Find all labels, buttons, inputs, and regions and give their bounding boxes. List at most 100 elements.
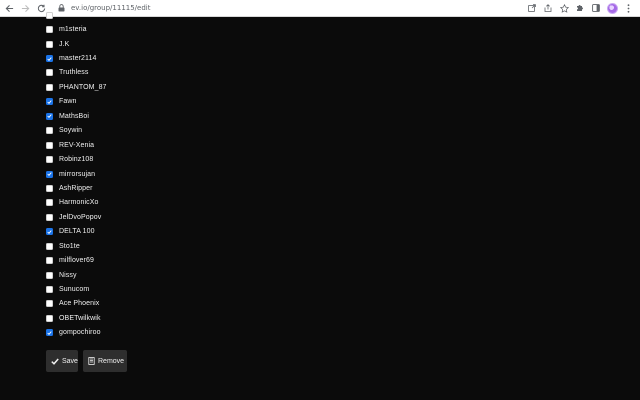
member-name: DELTA 100: [59, 228, 95, 236]
member-name: Robinz108: [59, 156, 94, 164]
external-link-icon: [528, 4, 536, 12]
bookmark-button[interactable]: [558, 2, 570, 14]
member-name: m1steria: [59, 26, 87, 34]
member-checkbox[interactable]: [46, 213, 53, 221]
member-name: Soywin: [59, 127, 83, 135]
extensions-button[interactable]: [574, 2, 586, 14]
member-row: [46, 8, 107, 22]
member-checkbox[interactable]: [46, 127, 53, 135]
member-name: AshRipper: [59, 184, 93, 192]
checkmark-icon: [47, 114, 52, 119]
member-row: HarmonicXo: [46, 196, 107, 210]
member-name: PHANTOM_87: [59, 83, 107, 91]
member-checkbox[interactable]: [46, 300, 53, 308]
back-arrow-icon: [5, 4, 13, 12]
checkmark-icon: [47, 100, 52, 104]
member-checkbox[interactable]: [46, 199, 53, 207]
forward-button[interactable]: [18, 1, 32, 15]
member-row: MathsBoi: [46, 109, 107, 123]
member-row: Sunucom: [46, 282, 107, 296]
member-checkbox[interactable]: [46, 286, 53, 294]
side-panel-button[interactable]: [590, 2, 602, 14]
nav-buttons: [2, 1, 48, 15]
save-label: Save: [62, 357, 78, 365]
menu-button[interactable]: [622, 2, 634, 14]
save-button[interactable]: Save: [46, 350, 78, 372]
checkmark-icon: [47, 172, 52, 177]
member-row: master2114: [46, 51, 107, 65]
member-checkbox[interactable]: [46, 26, 53, 34]
member-checkbox[interactable]: [46, 55, 53, 63]
member-name: MathsBoi: [59, 112, 89, 120]
member-checkbox[interactable]: [46, 314, 53, 322]
member-checkbox[interactable]: [46, 184, 53, 192]
member-name: mirrorsujan: [59, 170, 96, 178]
member-name: J.K: [59, 40, 70, 48]
member-name: milflover69: [59, 257, 94, 265]
member-checkbox[interactable]: [46, 69, 53, 77]
page-content: m1steria J.K master2114 Truthless PHANTOM_87…: [0, 11, 640, 400]
member-name: REV-Xenia: [59, 141, 95, 149]
checkmark-icon: [47, 56, 52, 61]
member-row: REV-Xenia: [46, 138, 107, 152]
profile-button[interactable]: [606, 2, 618, 14]
member-checkbox[interactable]: [46, 329, 53, 337]
member-row: AshRipper: [46, 181, 107, 195]
remove-button[interactable]: Remove: [83, 350, 127, 372]
member-row: Fawn: [46, 95, 107, 109]
member-checkbox[interactable]: [46, 257, 53, 265]
member-name: Sto1te: [59, 242, 80, 250]
check-icon: [51, 358, 59, 365]
member-row: OBETwilkwik: [46, 311, 107, 325]
address-bar[interactable]: ev.io/group/11115/edit: [58, 4, 526, 12]
member-checkbox[interactable]: [46, 156, 53, 164]
checkmark-icon: [47, 230, 52, 234]
checkmark-icon: [47, 331, 52, 335]
member-checkbox[interactable]: [46, 11, 53, 19]
member-row: Sto1te: [46, 239, 107, 253]
member-checkbox[interactable]: [46, 170, 53, 178]
member-checkbox[interactable]: [46, 271, 53, 279]
member-checkbox[interactable]: [46, 242, 53, 250]
member-name: Ace Phoenix: [59, 300, 100, 308]
member-checkbox[interactable]: [46, 112, 53, 120]
member-row: J.K: [46, 37, 107, 51]
forward-arrow-icon: [21, 4, 29, 12]
member-name: JelDvoPopov: [59, 213, 102, 221]
member-row: gompochiroo: [46, 326, 107, 340]
member-name: gompochiroo: [59, 329, 101, 337]
member-checkbox[interactable]: [46, 83, 53, 91]
member-row: Ace Phoenix: [46, 297, 107, 311]
member-row: milflover69: [46, 253, 107, 267]
member-row: Truthless: [46, 66, 107, 80]
trash-icon: [88, 357, 95, 365]
open-in-app-button[interactable]: [526, 2, 538, 14]
member-row: DELTA 100: [46, 225, 107, 239]
member-name: Fawn: [59, 98, 77, 106]
avatar: [606, 2, 618, 14]
member-checkbox[interactable]: [46, 40, 53, 48]
member-checkbox[interactable]: [46, 141, 53, 149]
browser-actions: [526, 2, 634, 14]
share-icon: [544, 4, 552, 12]
member-row: Robinz108: [46, 152, 107, 166]
member-row: mirrorsujan: [46, 167, 107, 181]
member-row: Soywin: [46, 124, 107, 138]
form-actions: Save Remove: [46, 350, 127, 372]
back-button[interactable]: [2, 1, 16, 15]
share-button[interactable]: [542, 2, 554, 14]
member-row: JelDvoPopov: [46, 210, 107, 224]
member-row: Nissy: [46, 268, 107, 282]
member-row: m1steria: [46, 22, 107, 36]
side-panel-icon: [592, 4, 600, 12]
puzzle-icon: [577, 5, 583, 11]
member-row: PHANTOM_87: [46, 80, 107, 94]
member-name: HarmonicXo: [59, 199, 99, 207]
member-name: OBETwilkwik: [59, 314, 101, 322]
star-icon: [559, 3, 569, 13]
reload-icon: [37, 4, 45, 12]
member-name: Nissy: [59, 271, 77, 279]
more-vert-icon: [627, 3, 629, 13]
member-checkbox[interactable]: [46, 228, 53, 236]
member-checkbox[interactable]: [46, 98, 53, 106]
